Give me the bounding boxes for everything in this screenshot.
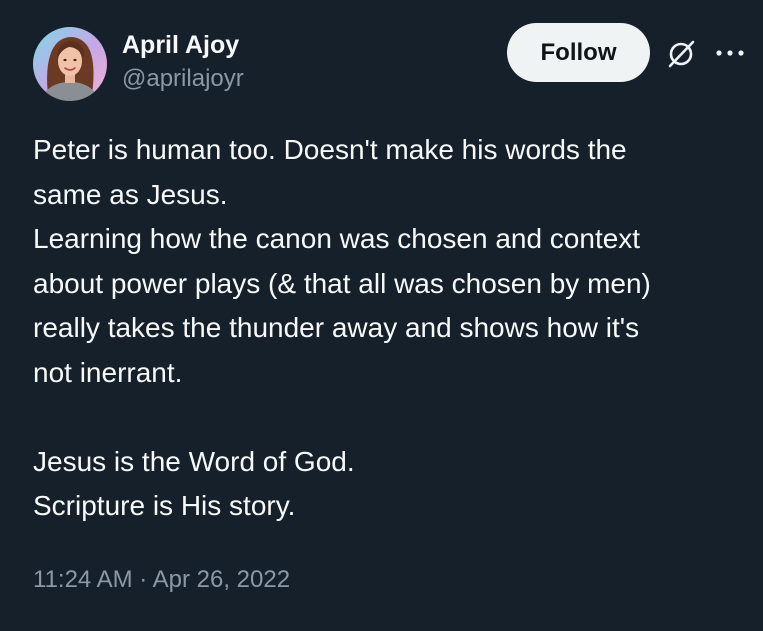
tweet-text-line: Learning how the canon was chosen and co… [33,223,641,254]
tweet-text-line: not inerrant. [33,356,183,388]
follow-button[interactable]: Follow [507,23,650,82]
tweet-text-line: Scripture is His story. [33,490,296,521]
tweet-text-line: Jesus is the Word of God. [33,445,355,477]
tweet-card: April Ajoy @aprilajoyr Follow Peter is h… [0,0,763,631]
avatar[interactable] [33,27,107,101]
tweet-text: Peter is human too. Doesn't make his wor… [33,128,743,529]
paragraph-break [33,395,743,440]
more-horizontal-icon[interactable] [712,40,748,66]
tweet-text-line: really takes the thunder away and shows … [33,312,640,343]
tweet-text-line: about power plays (& that all was chosen… [33,267,651,299]
tweet-text-line: same as Jesus. [33,178,228,210]
tweet-text-line: Peter is human too. Doesn't make his wor… [33,134,627,165]
grok-slash-circle-icon[interactable] [665,38,697,70]
author-name[interactable]: April Ajoy [122,29,239,61]
author-handle[interactable]: @aprilajoyr [122,64,244,94]
tweet-timestamp[interactable]: 11:24 AM · Apr 26, 2022 [33,564,290,596]
